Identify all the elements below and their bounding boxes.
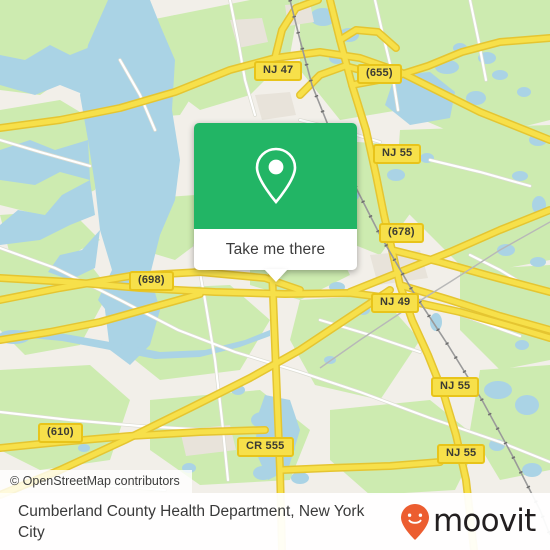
place-title: Cumberland County Health Department, New…	[18, 502, 365, 541]
shield-678: (678)	[379, 223, 424, 243]
shield-nj-55-north: NJ 55	[373, 144, 422, 164]
screenshot-root: NJ 47 (655) NJ 55 (678) (698) NJ 49 NJ 55 (610)…	[0, 0, 550, 550]
footer-bar: Cumberland County Health Department, New…	[0, 493, 550, 550]
shield-nj-49: NJ 49	[371, 293, 420, 313]
card-pointer	[263, 269, 288, 282]
location-pin-icon	[255, 147, 296, 204]
shield-cr-555: CR 555	[237, 437, 294, 457]
shield-nj-55-south: NJ 55	[437, 444, 486, 464]
moovit-logo[interactable]: moovit	[400, 503, 549, 541]
take-me-there-label: Take me there	[225, 240, 326, 258]
shield-698: (698)	[129, 271, 174, 291]
shield-655: (655)	[357, 64, 402, 84]
shield-610: (610)	[38, 423, 83, 443]
take-me-there-card[interactable]: Take me there	[194, 123, 357, 282]
card-pin-area	[194, 123, 357, 229]
moovit-smiley-pin-icon	[401, 503, 429, 540]
shield-nj-47: NJ 47	[254, 61, 303, 81]
card-action-area[interactable]: Take me there	[194, 229, 357, 270]
shield-nj-55-mid: NJ 55	[431, 377, 480, 397]
moovit-wordmark: moovit	[433, 503, 536, 539]
map-attribution[interactable]: © OpenStreetMap contributors	[0, 470, 192, 493]
